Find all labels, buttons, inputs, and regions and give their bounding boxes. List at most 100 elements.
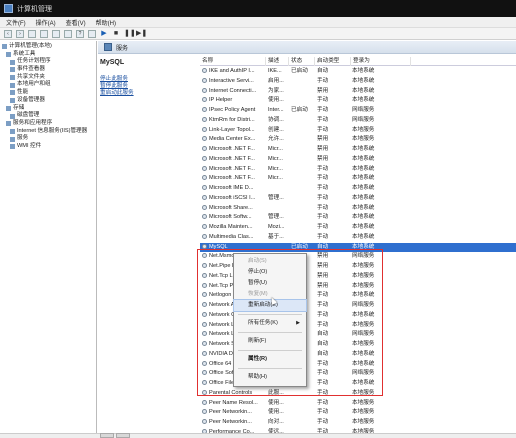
service-name: IP Helper	[209, 97, 233, 104]
service-logon-as: 本地服务	[352, 321, 375, 328]
tree-item[interactable]: 性能	[2, 89, 96, 97]
service-row[interactable]: Multimedia Clas... 基于... 手动 本地系统	[200, 233, 516, 243]
service-row[interactable]: Mozilla Mainten... Mozi... 手动 本地系统	[200, 223, 516, 233]
service-startup-type: 手动	[317, 292, 329, 299]
service-row[interactable]: Microsoft Softw... 管理... 手动 本地系统	[200, 213, 516, 223]
context-menu: 启动(S) 停止(O) 暂停(U) 恢复(M) 重新启动(E) 所有任务(K) ▶ 刷新(F)…	[233, 253, 307, 387]
service-description: 此服...	[268, 389, 284, 396]
service-row[interactable]: Microsoft .NET F... Micr... 禁用 本地系统	[200, 145, 516, 155]
context-menu-item[interactable]: 停止(O)	[234, 267, 306, 278]
context-menu-item: 启动(S)	[234, 256, 306, 267]
service-row[interactable]: Microsoft .NET F... Micr... 手动 本地系统	[200, 165, 516, 175]
pause-service-icon[interactable]: ❚❚	[124, 30, 136, 38]
gear-icon	[202, 350, 207, 356]
restart-service-icon[interactable]: ▶❚	[136, 30, 147, 38]
service-name-cell: Microsoft iSCSI I...	[202, 194, 266, 204]
restart-service-link[interactable]: 重启动此服务	[100, 90, 197, 97]
gear-icon	[202, 155, 207, 161]
tree-item[interactable]: 磁盘管理	[2, 112, 96, 120]
service-startup-type: 手动	[317, 97, 329, 104]
menu-help[interactable]: 帮助(H)	[96, 18, 116, 27]
column-header-log-on-as[interactable]: 登录为	[351, 57, 411, 66]
tree-item[interactable]: WMI 控件	[2, 143, 96, 151]
service-row[interactable]: Parental Controls 此服... 手动 本地服务	[200, 389, 516, 399]
service-logon-as: 本地系统	[352, 155, 375, 162]
context-menu-item[interactable]: 帮助(H)	[234, 372, 306, 383]
gear-icon	[202, 311, 207, 317]
service-logon-as: 网络服务	[352, 253, 375, 260]
service-row[interactable]: Peer Networkin... 使用... 手动 本地服务	[200, 408, 516, 418]
service-row[interactable]: IKE and AuthIP I... IKE... 已启动 自动 本地系统	[200, 67, 516, 77]
column-header-status[interactable]: 状态	[289, 57, 315, 66]
up-icon[interactable]	[28, 29, 36, 38]
service-description: 允许...	[268, 136, 284, 143]
context-menu-item[interactable]: 刷新(F)	[234, 336, 306, 347]
gear-icon	[202, 409, 207, 415]
service-row[interactable]: Microsoft iSCSI I... 管理... 手动 本地系统	[200, 194, 516, 204]
service-name-cell: Parental Controls	[202, 389, 266, 399]
forward-icon[interactable]: ›	[16, 29, 24, 38]
service-name: Microsoft IME D...	[209, 185, 254, 191]
service-row[interactable]: IPsec Policy Agent Inter... 已启动 手动 网络服务	[200, 106, 516, 116]
service-row[interactable]: Microsoft IME D... 手动 本地系统	[200, 184, 516, 194]
tree-item[interactable]: 事件查看器	[2, 66, 96, 74]
tree-item[interactable]: 服务和应用程序	[2, 120, 96, 128]
service-row[interactable]: Peer Name Resol... 使用... 手动 本地服务	[200, 399, 516, 409]
export-icon[interactable]	[64, 29, 72, 38]
context-menu-item[interactable]: 所有任务(K) ▶	[234, 318, 306, 329]
gear-icon	[202, 136, 207, 142]
tree-item[interactable]: 服务	[2, 135, 96, 143]
pause-service-link[interactable]: 暂停此服务	[100, 83, 197, 90]
gear-icon	[202, 175, 207, 181]
service-row[interactable]: Microsoft Share... 手动 本地系统	[200, 204, 516, 214]
service-row[interactable]: MySQL 已启动 自动 本地系统	[200, 242, 516, 253]
gear-icon	[202, 282, 207, 288]
service-description: 为家...	[268, 87, 284, 94]
services-title: 服务	[116, 45, 129, 52]
menu-action[interactable]: 操作(A)	[36, 18, 56, 27]
service-description: 创建...	[268, 126, 284, 133]
tree-item-label: 磁盘管理	[17, 112, 40, 119]
refresh-icon[interactable]	[52, 29, 60, 38]
service-startup-type: 手动	[317, 311, 329, 318]
tab-standard[interactable]	[116, 433, 130, 438]
menu-view[interactable]: 查看(V)	[66, 18, 86, 27]
tree-item[interactable]: 计算机管理(本地)	[2, 43, 96, 51]
tree-item[interactable]: 任务计划程序	[2, 58, 96, 66]
service-row[interactable]: Internet Connecti... 为家... 禁用 本地系统	[200, 87, 516, 97]
service-row[interactable]: Link-Layer Topol... 创建... 手动 本地服务	[200, 126, 516, 136]
service-row[interactable]: KtmRm for Distri... 协调... 手动 网络服务	[200, 116, 516, 126]
gear-icon	[202, 341, 207, 347]
service-row[interactable]: Microsoft .NET F... Micr... 禁用 本地系统	[200, 155, 516, 165]
context-menu-item-label: 暂停(U)	[248, 280, 267, 286]
back-icon[interactable]: ‹	[4, 29, 12, 38]
service-logon-as: 本地服务	[352, 272, 375, 279]
column-header-name[interactable]: 名称	[200, 57, 266, 66]
tree-item[interactable]: 设备管理器	[2, 97, 96, 105]
tree-item[interactable]: 本地用户和组	[2, 81, 96, 89]
tab-extended[interactable]	[100, 433, 114, 438]
tree-item-label: 任务计划程序	[17, 58, 51, 65]
help-icon[interactable]: ?	[76, 29, 84, 38]
service-row[interactable]: Interactive Servi... 启用... 手动 本地系统	[200, 77, 516, 87]
menu-file[interactable]: 文件(F)	[6, 18, 26, 27]
stop-service-icon[interactable]: ■	[112, 30, 120, 38]
column-header-startup-type[interactable]: 启动类型	[315, 57, 351, 66]
column-header-description[interactable]: 描述	[266, 57, 289, 66]
service-row[interactable]: Media Center Ex... 允许... 禁用 本地服务	[200, 135, 516, 145]
stop-service-link[interactable]: 停止此服务	[100, 76, 197, 83]
service-row[interactable]: Peer Networkin... 向对... 手动 本地服务	[200, 418, 516, 428]
navigation-tree: 计算机管理(本地) 系统工具 任务计划程序 事件查看器 共享文件夹 本地用户和组 性能 设备管…	[0, 41, 97, 433]
show-hide-tree-icon[interactable]	[40, 29, 48, 38]
properties-icon[interactable]	[88, 29, 96, 38]
service-logon-as: 本地系统	[352, 68, 375, 74]
start-service-icon[interactable]: ▶	[100, 30, 108, 38]
context-menu-item[interactable]: 属性(R)	[234, 354, 306, 365]
service-description: Micr...	[268, 165, 283, 172]
gear-icon	[202, 389, 207, 395]
service-row[interactable]: IP Helper 使用... 手动 本地系统	[200, 96, 516, 106]
tree-item-label: 性能	[17, 89, 29, 96]
service-row[interactable]: Microsoft .NET F... Micr... 手动 本地系统	[200, 174, 516, 184]
service-startup-type: 禁用	[317, 272, 329, 279]
context-menu-item[interactable]: 暂停(U)	[234, 278, 306, 289]
